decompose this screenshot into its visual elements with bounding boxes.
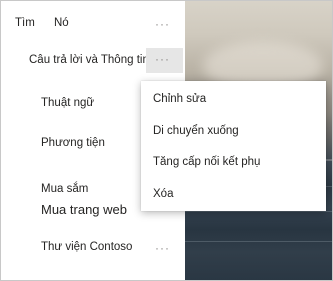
menu-item-delete[interactable]: Xóa (153, 188, 173, 200)
nav-item-cau-tra-loi[interactable]: Câu trả lời và Thông tin (29, 54, 149, 66)
nav-item-thuat-ngu[interactable]: Thuật ngữ (41, 97, 94, 109)
nav-item-thu-vien-contoso[interactable]: Thư viện Contoso (41, 241, 132, 253)
wave-line (185, 241, 332, 242)
nav-item-mua-trang-web[interactable]: Mua trang web (41, 202, 127, 217)
nav-item-tim[interactable]: Tìm (15, 17, 35, 29)
more-options-button-active[interactable]: ··· (146, 48, 183, 73)
menu-item-move-down[interactable]: Di chuyển xuống (153, 125, 239, 137)
nav-item-no[interactable]: Nó (54, 17, 69, 29)
more-options-icon[interactable]: ··· (155, 242, 170, 254)
more-options-icon[interactable]: ··· (155, 18, 170, 30)
nav-item-phuong-tien[interactable]: Phương tiện (41, 137, 105, 149)
window-frame: Tìm Nó ··· Câu trả lời và Thông tin ··· … (0, 0, 333, 281)
more-options-icon: ··· (155, 52, 170, 66)
menu-item-promote-sublink[interactable]: Tăng cấp nối kết phụ (153, 156, 260, 168)
nav-item-mua-sam[interactable]: Mua sắm (41, 183, 88, 195)
menu-item-edit[interactable]: Chỉnh sửa (153, 93, 206, 105)
wave-line (185, 211, 332, 212)
context-menu: Chỉnh sửa Di chuyển xuống Tăng cấp nối k… (141, 81, 326, 211)
